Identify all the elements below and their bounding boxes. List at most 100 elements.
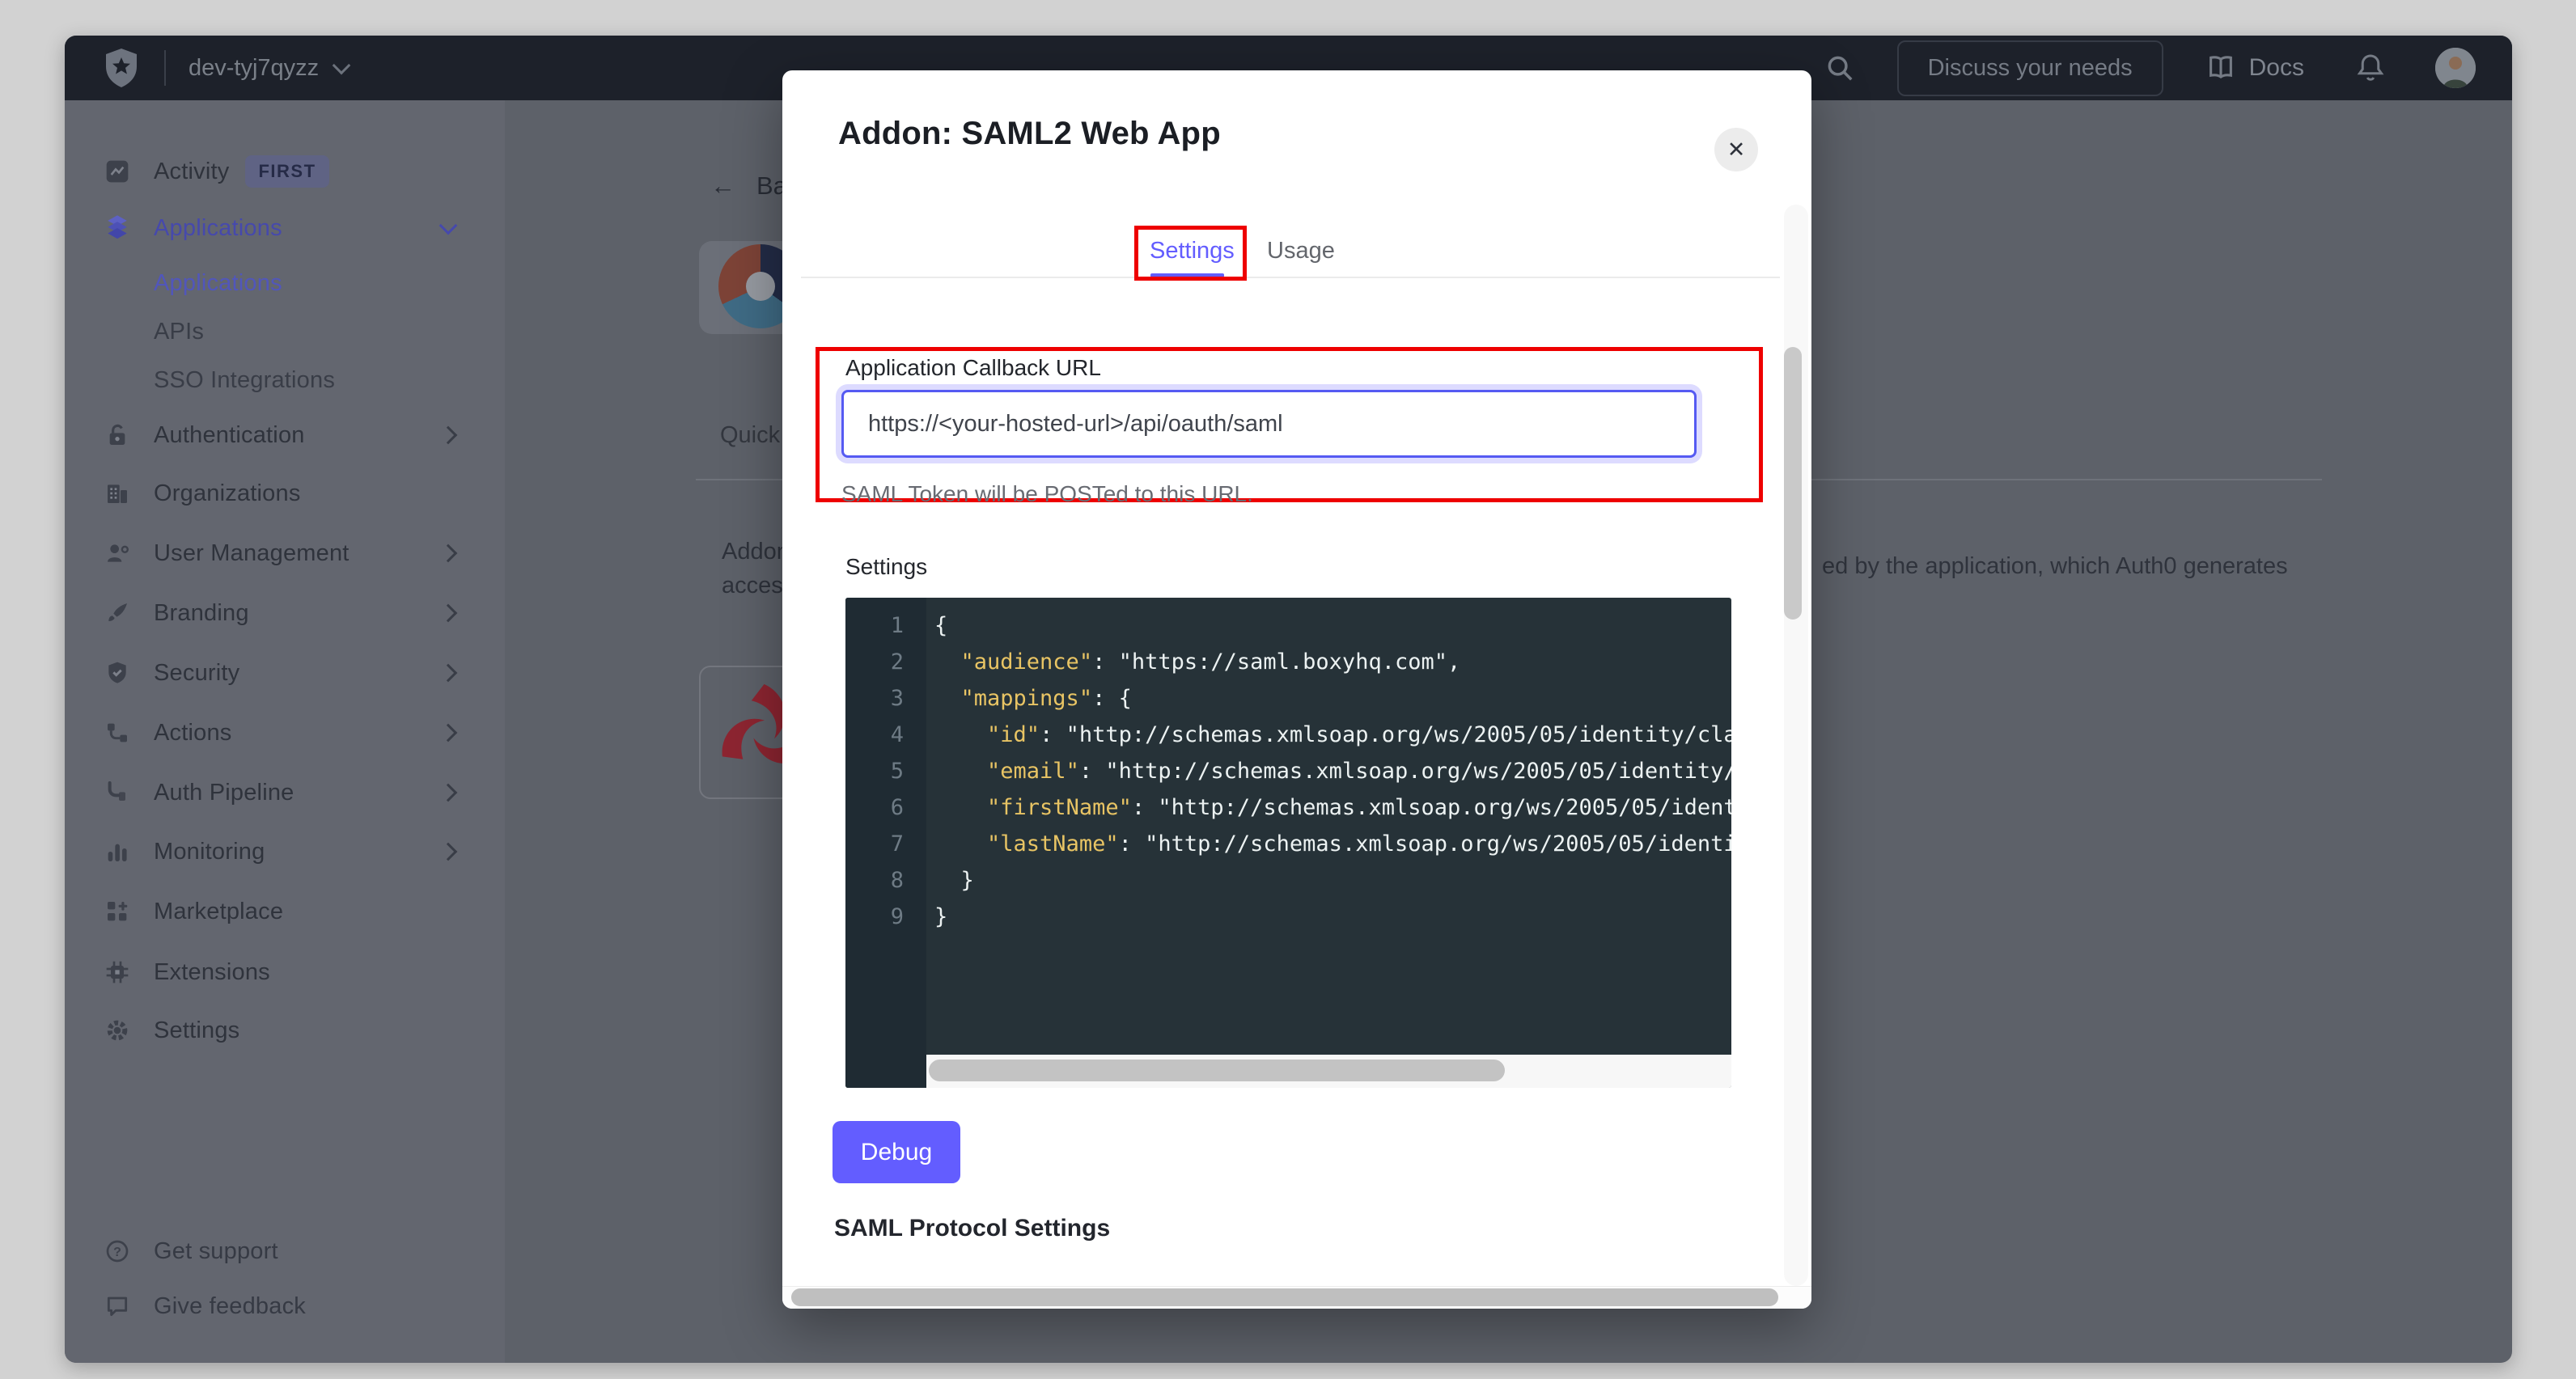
code-line: "id": "http://schemas.xmlsoap.org/ws/200… [934, 717, 1731, 753]
flow-icon [104, 720, 131, 746]
user-avatar[interactable] [2435, 48, 2476, 88]
sidebar-item-marketplace[interactable]: Marketplace [65, 882, 505, 941]
modal-horizontal-scrollbar[interactable] [782, 1286, 1811, 1309]
sidebar-nav: Activity FIRST Applications Applications… [65, 100, 505, 1363]
line-number: 7 [855, 826, 904, 862]
callback-url-helper: SAML Token will be POSTed to this URL. [841, 481, 1253, 507]
sidebar-item-label: Monitoring [154, 839, 265, 865]
paintbrush-icon [104, 600, 131, 626]
sidebar-item-label: Organizations [154, 480, 301, 507]
sidebar-item-auth-pipeline[interactable]: Auth Pipeline [65, 763, 505, 823]
user-gear-icon [104, 540, 131, 566]
callback-url-label: Application Callback URL [845, 355, 1101, 381]
modal-horizontal-scrollbar-thumb[interactable] [791, 1288, 1778, 1306]
sidebar-item-monitoring[interactable]: Monitoring [65, 822, 505, 882]
tab-usage[interactable]: Usage [1267, 226, 1335, 276]
annotation-settings-tab [1134, 226, 1247, 281]
line-number: 8 [855, 862, 904, 899]
sidebar-item-actions[interactable]: Actions [65, 703, 505, 763]
debug-button[interactable]: Debug [833, 1121, 960, 1183]
navbar-divider [164, 50, 166, 86]
sidebar-item-label: Activity [154, 159, 229, 185]
sidebar-item-label: Branding [154, 600, 249, 627]
help-circle-icon: ? [104, 1238, 131, 1264]
tabs-divider [801, 277, 1780, 278]
sidebar-item-label: Settings [154, 1017, 239, 1044]
editor-horizontal-scrollbar[interactable] [926, 1055, 1731, 1088]
back-arrow-icon: ← [710, 171, 735, 201]
discuss-needs-button[interactable]: Discuss your needs [1897, 40, 2163, 96]
lock-icon [104, 422, 131, 448]
chevron-right-icon [439, 724, 458, 742]
sidebar-item-label: APIs [154, 319, 204, 345]
sidebar-item-label: Auth Pipeline [154, 780, 294, 806]
sidebar-item-give-feedback[interactable]: Give feedback [65, 1276, 505, 1336]
settings-code-editor[interactable]: 1 2 3 4 5 6 7 8 9 { "audience": "https:/… [845, 598, 1731, 1088]
sidebar-item-label: Actions [154, 720, 232, 747]
callback-url-input[interactable] [841, 390, 1697, 458]
line-number: 6 [855, 789, 904, 826]
sidebar-item-label: Extensions [154, 959, 270, 986]
svg-text:?: ? [113, 1246, 121, 1259]
sidebar-item-activity[interactable]: Activity FIRST [65, 142, 505, 201]
modal-vertical-scrollbar[interactable] [1784, 205, 1808, 1286]
activity-icon [104, 159, 131, 184]
line-number: 4 [855, 717, 904, 753]
chevron-right-icon [439, 664, 458, 683]
bar-chart-icon [104, 839, 131, 865]
line-number: 1 [855, 607, 904, 644]
sidebar-item-label: Authentication [154, 422, 305, 449]
sidebar-item-get-support[interactable]: ? Get support [65, 1221, 505, 1281]
close-icon[interactable]: ✕ [1714, 128, 1758, 171]
sidebar-item-applications[interactable]: Applications [65, 198, 505, 258]
sidebar-item-user-management[interactable]: User Management [65, 523, 505, 583]
sidebar-item-label: Get support [154, 1238, 278, 1265]
sidebar-item-organizations[interactable]: Organizations [65, 463, 505, 523]
bell-icon[interactable] [2356, 52, 2385, 84]
sidebar-item-label: SSO Integrations [154, 367, 335, 394]
chevron-right-icon [439, 784, 458, 802]
modal-vertical-scrollbar-thumb[interactable] [1784, 347, 1802, 620]
tenant-switcher[interactable]: dev-tyj7qyzz [189, 55, 319, 82]
sidebar-item-settings[interactable]: Settings [65, 1000, 505, 1060]
chevron-right-icon [439, 544, 458, 563]
sidebar-item-branding[interactable]: Branding [65, 583, 505, 643]
docs-link[interactable]: Docs [2205, 54, 2304, 82]
sidebar-item-authentication[interactable]: Authentication [65, 405, 505, 465]
line-number: 5 [855, 753, 904, 789]
line-number: 2 [855, 644, 904, 680]
sidebar-subitem-sso-integrations[interactable]: SSO Integrations [65, 350, 505, 410]
line-number: 3 [855, 680, 904, 717]
sidebar-item-label: Applications [154, 215, 282, 242]
docs-label: Docs [2249, 54, 2304, 82]
speech-bubble-icon [104, 1293, 131, 1319]
building-icon [104, 480, 131, 506]
editor-code-area: { "audience": "https://saml.boxyhq.com",… [926, 598, 1731, 1055]
editor-gutter: 1 2 3 4 5 6 7 8 9 [845, 598, 926, 1088]
grid-plus-icon [104, 899, 131, 924]
first-badge: FIRST [245, 155, 328, 188]
sidebar-item-label: Give feedback [154, 1293, 306, 1320]
sidebar-item-label: Security [154, 660, 239, 687]
editor-scrollbar-thumb[interactable] [929, 1060, 1505, 1081]
auth0-logo-icon[interactable] [101, 47, 142, 89]
chevron-down-icon [439, 217, 458, 235]
chevron-right-icon [439, 604, 458, 623]
sidebar-item-label: Applications [154, 270, 282, 297]
sidebar-item-extensions[interactable]: Extensions [65, 942, 505, 1002]
chevron-right-icon [439, 426, 458, 445]
code-line: "firstName": "http://schemas.xmlsoap.org… [934, 789, 1731, 826]
chevron-down-icon [333, 57, 351, 75]
book-icon [2205, 54, 2236, 82]
code-line: "lastName": "http://schemas.xmlsoap.org/… [934, 826, 1731, 862]
code-line: "email": "http://schemas.xmlsoap.org/ws/… [934, 753, 1731, 789]
code-line: "audience": "https://saml.boxyhq.com", [934, 644, 1460, 680]
search-icon[interactable] [1824, 53, 1855, 83]
settings-section-label: Settings [845, 554, 927, 580]
sidebar-item-label: User Management [154, 540, 350, 567]
layers-icon [104, 214, 131, 242]
sidebar-item-security[interactable]: Security [65, 643, 505, 703]
chevron-right-icon [439, 843, 458, 861]
gear-icon [104, 1017, 131, 1043]
chip-icon [104, 959, 131, 985]
